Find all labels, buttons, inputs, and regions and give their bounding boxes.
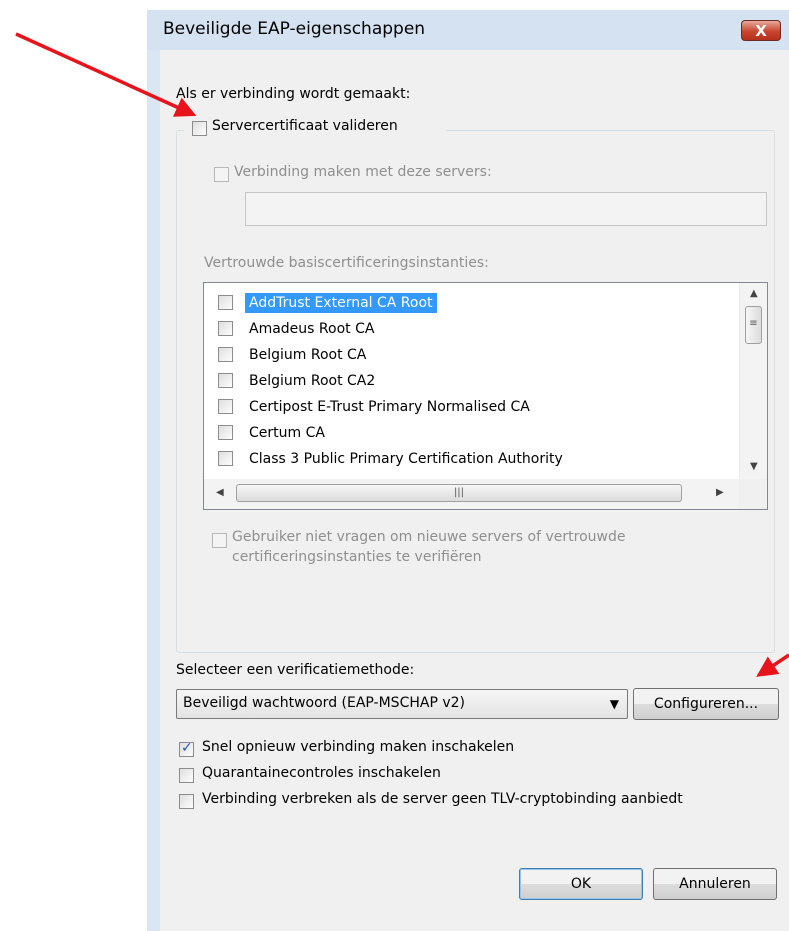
ca-label: Belgium Root CA2 xyxy=(249,373,376,389)
ca-label: Amadeus Root CA xyxy=(249,321,375,337)
horizontal-scroll-thumb[interactable]: ||| xyxy=(236,484,682,502)
connection-label: Als er verbinding wordt gemaakt: xyxy=(176,86,411,102)
quarantine-label[interactable]: Quarantainecontroles inschakelen xyxy=(202,765,441,781)
ca-label: Certum CA xyxy=(249,425,325,441)
scroll-left-icon[interactable]: ◀ xyxy=(216,487,224,498)
trusted-ca-list[interactable]: AddTrust External CA Root Amadeus Root C… xyxy=(203,282,768,510)
list-item[interactable]: Class 3 Public Primary Certification Aut… xyxy=(204,446,734,472)
no-prompt-checkbox xyxy=(212,533,227,548)
no-prompt-label-line2: certificeringsinstanties te verifiëren xyxy=(232,549,482,565)
ca-checkbox[interactable] xyxy=(218,425,233,440)
dialog-client-area: Als er verbinding wordt gemaakt: Serverc… xyxy=(160,50,789,931)
connect-servers-label: Verbinding maken met deze servers: xyxy=(234,164,492,180)
quarantine-checkbox[interactable] xyxy=(179,768,194,783)
ca-label: Certipost E-Trust Primary Normalised CA xyxy=(249,399,530,415)
list-item[interactable]: Amadeus Root CA xyxy=(204,316,734,342)
title-bar[interactable]: Beveiligde EAP-eigenschappen X xyxy=(147,10,789,50)
fast-reconnect-checkbox[interactable]: ✓ xyxy=(179,740,194,757)
ca-checkbox[interactable] xyxy=(218,295,233,310)
list-item[interactable]: Belgium Root CA2 xyxy=(204,368,734,394)
close-icon: X xyxy=(755,22,767,40)
tlv-cryptobinding-label[interactable]: Verbinding verbreken als de server geen … xyxy=(202,791,683,807)
validate-cert-label[interactable]: Servercertificaat valideren xyxy=(212,118,398,134)
fast-reconnect-label[interactable]: Snel opnieuw verbinding maken inschakele… xyxy=(202,739,514,755)
servers-input xyxy=(245,192,767,226)
dialog-window: Beveiligde EAP-eigenschappen X Als er ve… xyxy=(147,10,789,931)
auth-method-select[interactable]: Beveiligd wachtwoord (EAP-MSCHAP v2) ▼ xyxy=(176,689,628,719)
trusted-ca-label: Vertrouwde basiscertificeringsinstanties… xyxy=(204,255,489,271)
cancel-button[interactable]: Annuleren xyxy=(653,868,777,900)
auth-method-value: Beveiligd wachtwoord (EAP-MSCHAP v2) xyxy=(183,695,465,711)
ca-label: Class 3 Public Primary Certification Aut… xyxy=(249,451,563,467)
checkmark-icon: ✓ xyxy=(181,740,193,756)
ca-label: AddTrust External CA Root xyxy=(245,293,437,313)
ok-button[interactable]: OK xyxy=(519,868,643,900)
close-button[interactable]: X xyxy=(741,20,781,41)
scroll-up-icon[interactable]: ▲ xyxy=(750,288,758,299)
validate-cert-checkbox[interactable] xyxy=(192,121,207,136)
scroll-down-icon[interactable]: ▼ xyxy=(750,461,758,472)
ca-label: Belgium Root CA xyxy=(249,347,367,363)
list-item[interactable]: Belgium Root CA xyxy=(204,342,734,368)
configure-button[interactable]: Configureren... xyxy=(633,688,779,720)
ca-checkbox[interactable] xyxy=(218,373,233,388)
vertical-scrollbar[interactable]: ▲ ≡ ▼ xyxy=(739,283,767,479)
scrollbar-corner xyxy=(739,479,767,509)
ca-checkbox[interactable] xyxy=(218,399,233,414)
scroll-right-icon[interactable]: ▶ xyxy=(716,487,724,498)
connect-servers-checkbox xyxy=(214,167,229,182)
list-item[interactable]: AddTrust External CA Root xyxy=(204,290,734,316)
chevron-down-icon: ▼ xyxy=(609,697,619,711)
window-title: Beveiligde EAP-eigenschappen xyxy=(163,19,426,39)
list-item[interactable]: Certipost E-Trust Primary Normalised CA xyxy=(204,394,734,420)
list-item[interactable]: Certum CA xyxy=(204,420,734,446)
auth-method-label: Selecteer een verificatiemethode: xyxy=(176,662,415,678)
tlv-cryptobinding-checkbox[interactable] xyxy=(179,794,194,809)
no-prompt-label-line1: Gebruiker niet vragen om nieuwe servers … xyxy=(232,529,626,545)
vertical-scroll-thumb[interactable]: ≡ xyxy=(745,306,762,344)
ca-checkbox[interactable] xyxy=(218,451,233,466)
horizontal-scrollbar[interactable]: ◀ ||| ▶ xyxy=(204,479,739,509)
ca-checkbox[interactable] xyxy=(218,321,233,336)
ca-checkbox[interactable] xyxy=(218,347,233,362)
